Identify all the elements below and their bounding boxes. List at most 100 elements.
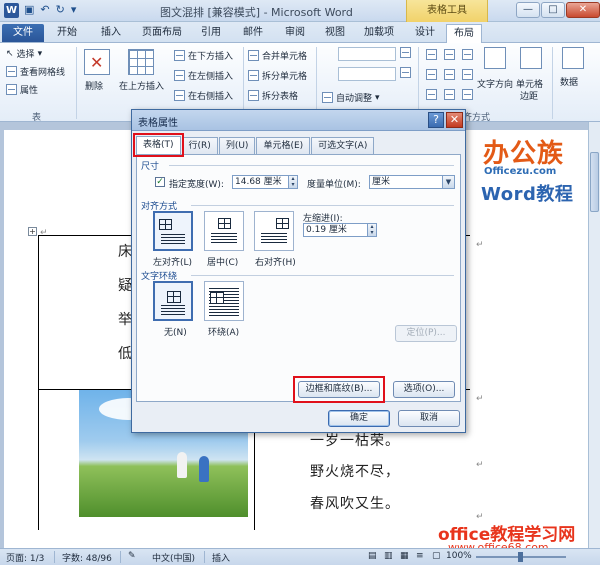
tab-design[interactable]: 设计 — [410, 24, 440, 42]
language-status[interactable]: 中文(中国) — [152, 551, 195, 564]
view-full-screen-icon[interactable]: ▥ — [384, 551, 393, 561]
insert-above-icon[interactable] — [128, 49, 154, 75]
tab-alt-text[interactable]: 可选文字(A) — [311, 137, 375, 154]
zoom-level-status[interactable]: 100% — [446, 551, 472, 561]
delete-button[interactable]: 删除 — [85, 79, 103, 92]
text-direction-button[interactable]: 文字方向 — [477, 77, 513, 90]
tab-view[interactable]: 视图 — [320, 24, 350, 42]
child-figure — [199, 456, 209, 482]
properties-button[interactable]: 属性 — [6, 83, 38, 96]
measure-in-select[interactable]: 厘米 ▼ — [369, 175, 455, 189]
word-count-status[interactable]: 字数: 48/96 — [62, 551, 112, 564]
indent-spinner-icon[interactable]: ▴ ▾ — [367, 224, 376, 236]
dialog-title-bar[interactable]: 表格属性 ? ✕ — [132, 110, 465, 131]
preferred-width-input[interactable]: 14.68 厘米 ▴ ▾ — [232, 175, 298, 189]
tab-insert[interactable]: 插入 — [96, 24, 126, 42]
split-table-button[interactable]: 拆分表格 — [248, 89, 298, 102]
cell-margins-label: 边距 — [520, 92, 539, 102]
insert-above-button[interactable]: 在上方插入 — [119, 79, 164, 92]
insert-mode-status[interactable]: 插入 — [212, 551, 230, 564]
align-middle-center-icon[interactable] — [444, 69, 455, 80]
positioning-button[interactable]: 定位(P)... — [395, 325, 457, 342]
cell-margins-icon[interactable] — [520, 47, 542, 69]
poem-line: 一岁一枯荣。 — [310, 433, 400, 449]
row-height-field[interactable] — [338, 47, 396, 61]
insert-right-button[interactable]: 在右侧插入 — [174, 89, 233, 102]
wrap-none-option[interactable] — [153, 281, 193, 321]
align-middle-left-icon[interactable] — [426, 69, 437, 80]
preferred-width-label: 指定宽度(W): — [169, 180, 224, 190]
wrap-around-option[interactable] — [204, 281, 244, 321]
align-top-left-icon[interactable] — [426, 49, 437, 60]
data-button[interactable]: 数据 — [560, 75, 578, 88]
align-bottom-right-icon[interactable] — [462, 89, 473, 100]
maximize-button[interactable]: □ — [541, 2, 565, 18]
tab-mailings[interactable]: 邮件 — [238, 24, 268, 42]
word-app-icon[interactable]: W — [4, 3, 19, 18]
data-icon[interactable] — [562, 47, 584, 69]
tab-layout[interactable]: 布局 — [446, 24, 482, 44]
save-icon[interactable]: ▣ — [24, 3, 34, 16]
tab-home[interactable]: 开始 — [52, 24, 82, 42]
insert-below-button[interactable]: 在下方插入 — [174, 49, 233, 62]
view-draft-icon[interactable]: ▢ — [432, 551, 441, 561]
office-logo-main: 办公族 — [483, 139, 565, 169]
tab-references[interactable]: 引用 — [196, 24, 226, 42]
align-center-label: 居中(C) — [207, 258, 239, 268]
align-center-option[interactable] — [204, 211, 244, 251]
table-tab-panel: 尺寸 ✓ 指定宽度(W): 14.68 厘米 ▴ ▾ 度量单位(M): 厘米 ▼ … — [136, 154, 461, 403]
text-direction-icon[interactable] — [484, 47, 506, 69]
table-tools-context-label: 表格工具 — [406, 0, 488, 22]
zoom-slider-thumb[interactable] — [518, 552, 523, 562]
insert-left-button[interactable]: 在左侧插入 — [174, 69, 233, 82]
proofing-icon[interactable]: ✎ — [128, 551, 136, 561]
column-width-field[interactable] — [338, 67, 396, 81]
align-middle-right-icon[interactable] — [462, 69, 473, 80]
align-left-option[interactable] — [153, 211, 193, 251]
tab-page-layout[interactable]: 页面布局 — [138, 24, 186, 42]
delete-icon[interactable] — [84, 49, 110, 75]
align-right-option[interactable] — [254, 211, 294, 251]
vertical-scrollbar[interactable] — [588, 122, 600, 548]
minimize-button[interactable]: — — [516, 2, 540, 18]
width-spinner-icon[interactable]: ▴ ▾ — [288, 176, 297, 188]
align-top-right-icon[interactable] — [462, 49, 473, 60]
merge-cells-button[interactable]: 合并单元格 — [248, 49, 307, 62]
ok-button[interactable]: 确定 — [328, 410, 390, 427]
tab-review[interactable]: 审阅 — [280, 24, 310, 42]
align-top-center-icon[interactable] — [444, 49, 455, 60]
tab-cell[interactable]: 单元格(E) — [256, 137, 311, 154]
dialog-close-icon[interactable]: ✕ — [446, 112, 463, 128]
options-button[interactable]: 选项(O)... — [393, 381, 455, 398]
view-gridlines-button[interactable]: 查看网格线 — [6, 65, 65, 78]
redo-icon[interactable]: ↻ — [56, 3, 65, 16]
preferred-width-checkbox[interactable]: ✓ — [155, 177, 165, 187]
tab-row[interactable]: 行(R) — [181, 137, 218, 154]
undo-icon[interactable]: ↶ — [40, 3, 49, 16]
indent-from-left-input[interactable]: 0.19 厘米 ▴ ▾ — [303, 223, 377, 237]
distribute-rows-icon[interactable] — [400, 47, 411, 58]
help-icon[interactable]: ? — [428, 112, 444, 128]
table-center-icon — [218, 218, 231, 229]
customize-qat-icon[interactable]: ▾ — [71, 3, 77, 16]
distribute-columns-icon[interactable] — [400, 67, 411, 78]
autofit-button[interactable]: 自动调整 ▾ — [322, 91, 380, 104]
tab-table[interactable]: 表格(T) — [133, 133, 184, 157]
dialog-tab-strip: 表格(T) 行(R) 列(U) 单元格(E) 可选文字(A) — [133, 133, 375, 157]
split-cells-button[interactable]: 拆分单元格 — [248, 69, 307, 82]
view-print-layout-icon[interactable]: ▤ — [368, 551, 377, 561]
align-bottom-left-icon[interactable] — [426, 89, 437, 100]
align-bottom-center-icon[interactable] — [444, 89, 455, 100]
select-button[interactable]: ↖ 选择 ▾ — [6, 47, 42, 61]
tab-addins[interactable]: 加载项 — [360, 24, 398, 42]
page-count-status[interactable]: 页面: 1/3 — [6, 551, 44, 564]
view-web-layout-icon[interactable]: ▦ — [400, 551, 409, 561]
chevron-down-icon[interactable]: ▼ — [442, 176, 454, 188]
scrollbar-thumb[interactable] — [590, 152, 599, 212]
view-outline-icon[interactable]: ≡ — [416, 551, 424, 561]
close-window-button[interactable]: ✕ — [566, 2, 600, 18]
tab-column[interactable]: 列(U) — [218, 137, 256, 154]
cancel-button[interactable]: 取消 — [398, 410, 460, 427]
tab-file[interactable]: 文件 — [2, 24, 44, 42]
table-move-handle-icon[interactable]: + — [28, 227, 37, 236]
